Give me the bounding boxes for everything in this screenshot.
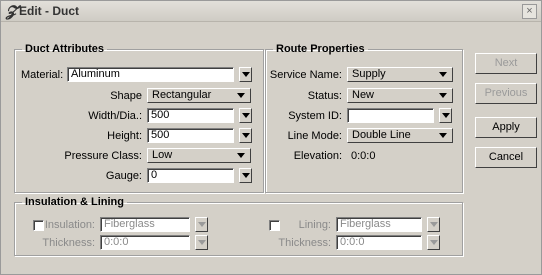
chevron-down-icon [242,133,250,138]
shape-value: Rectangular [152,89,212,101]
chevron-down-icon [198,222,206,227]
material-dropdown-button[interactable] [239,67,252,82]
service-name-select[interactable]: Supply [347,67,453,82]
lining-thickness-label: Thickness: [278,237,331,249]
insulation-thickness-field[interactable]: 0:0:0 [100,235,190,250]
chevron-down-icon [237,93,245,98]
apply-button[interactable]: Apply [475,117,537,138]
gauge-label: Gauge: [105,170,142,182]
chevron-down-icon [242,173,250,178]
elevation-label: Elevation: [293,150,342,162]
height-field[interactable]: 500 [147,128,234,143]
insulation-thickness-label: Thickness: [42,237,95,249]
chevron-down-icon [242,72,250,77]
app-logo-icon: 𝓩 [6,2,17,20]
lining-field[interactable]: Fiberglass [336,217,422,232]
lining-thickness-field[interactable]: 0:0:0 [336,235,422,250]
insulation-label: Insulation: [44,219,95,231]
pressure-class-value: Low [152,149,173,161]
elevation-value: 0:0:0 [351,150,376,162]
width-dropdown-button[interactable] [239,108,252,123]
shape-select[interactable]: Rectangular [147,88,251,103]
insulation-dropdown-button[interactable] [195,217,208,232]
route-properties-legend: Route Properties [276,43,365,55]
lining-thickness-dropdown-button[interactable] [427,235,440,250]
chevron-down-icon [242,113,250,118]
insulation-thickness-dropdown-button[interactable] [195,235,208,250]
material-label: Material: [21,69,64,81]
chevron-down-icon [198,240,206,245]
material-field[interactable]: Aluminum [67,67,234,82]
lining-checkbox[interactable] [269,220,280,231]
chevron-down-icon [439,133,447,138]
chevron-down-icon [237,153,245,158]
service-name-value: Supply [352,68,386,80]
pressure-class-select[interactable]: Low [147,148,251,163]
shape-label: Shape [110,90,142,102]
status-select[interactable]: New [347,88,453,103]
title-bar[interactable]: 𝓩 Edit - Duct × [1,1,541,22]
chevron-down-icon [430,240,438,245]
lining-label: Lining: [298,219,331,231]
pressure-class-label: Pressure Class: [64,150,142,162]
next-button[interactable]: Next [475,53,537,74]
cancel-button[interactable]: Cancel [475,147,537,168]
window-title: Edit - Duct [19,4,79,18]
edit-duct-dialog: 𝓩 Edit - Duct × Duct Attributes Material… [0,0,542,275]
duct-attributes-legend: Duct Attributes [25,43,105,55]
chevron-down-icon [439,93,447,98]
gauge-dropdown-button[interactable] [239,168,252,183]
close-button[interactable]: × [522,4,537,19]
system-id-dropdown-button[interactable] [439,108,452,123]
line-mode-value: Double Line [352,129,411,141]
system-id-label: System ID: [288,110,342,122]
height-dropdown-button[interactable] [239,128,252,143]
lining-dropdown-button[interactable] [427,217,440,232]
status-value: New [352,89,375,101]
width-field[interactable]: 500 [147,108,234,123]
system-id-field[interactable] [347,108,434,123]
line-mode-select[interactable]: Double Line [347,128,453,143]
insulation-lining-legend: Insulation & Lining [25,196,124,208]
service-name-label: Service Name: [269,69,342,81]
previous-button[interactable]: Previous [475,83,537,104]
line-mode-label: Line Mode: [287,130,342,142]
width-label: Width/Dia.: [88,110,142,122]
chevron-down-icon [442,113,450,118]
insulation-field[interactable]: Fiberglass [100,217,190,232]
chevron-down-icon [439,72,447,77]
insulation-checkbox[interactable] [33,220,44,231]
status-label: Status: [307,90,342,102]
chevron-down-icon [430,222,438,227]
height-label: Height: [107,130,142,142]
gauge-field[interactable]: 0 [147,168,234,183]
